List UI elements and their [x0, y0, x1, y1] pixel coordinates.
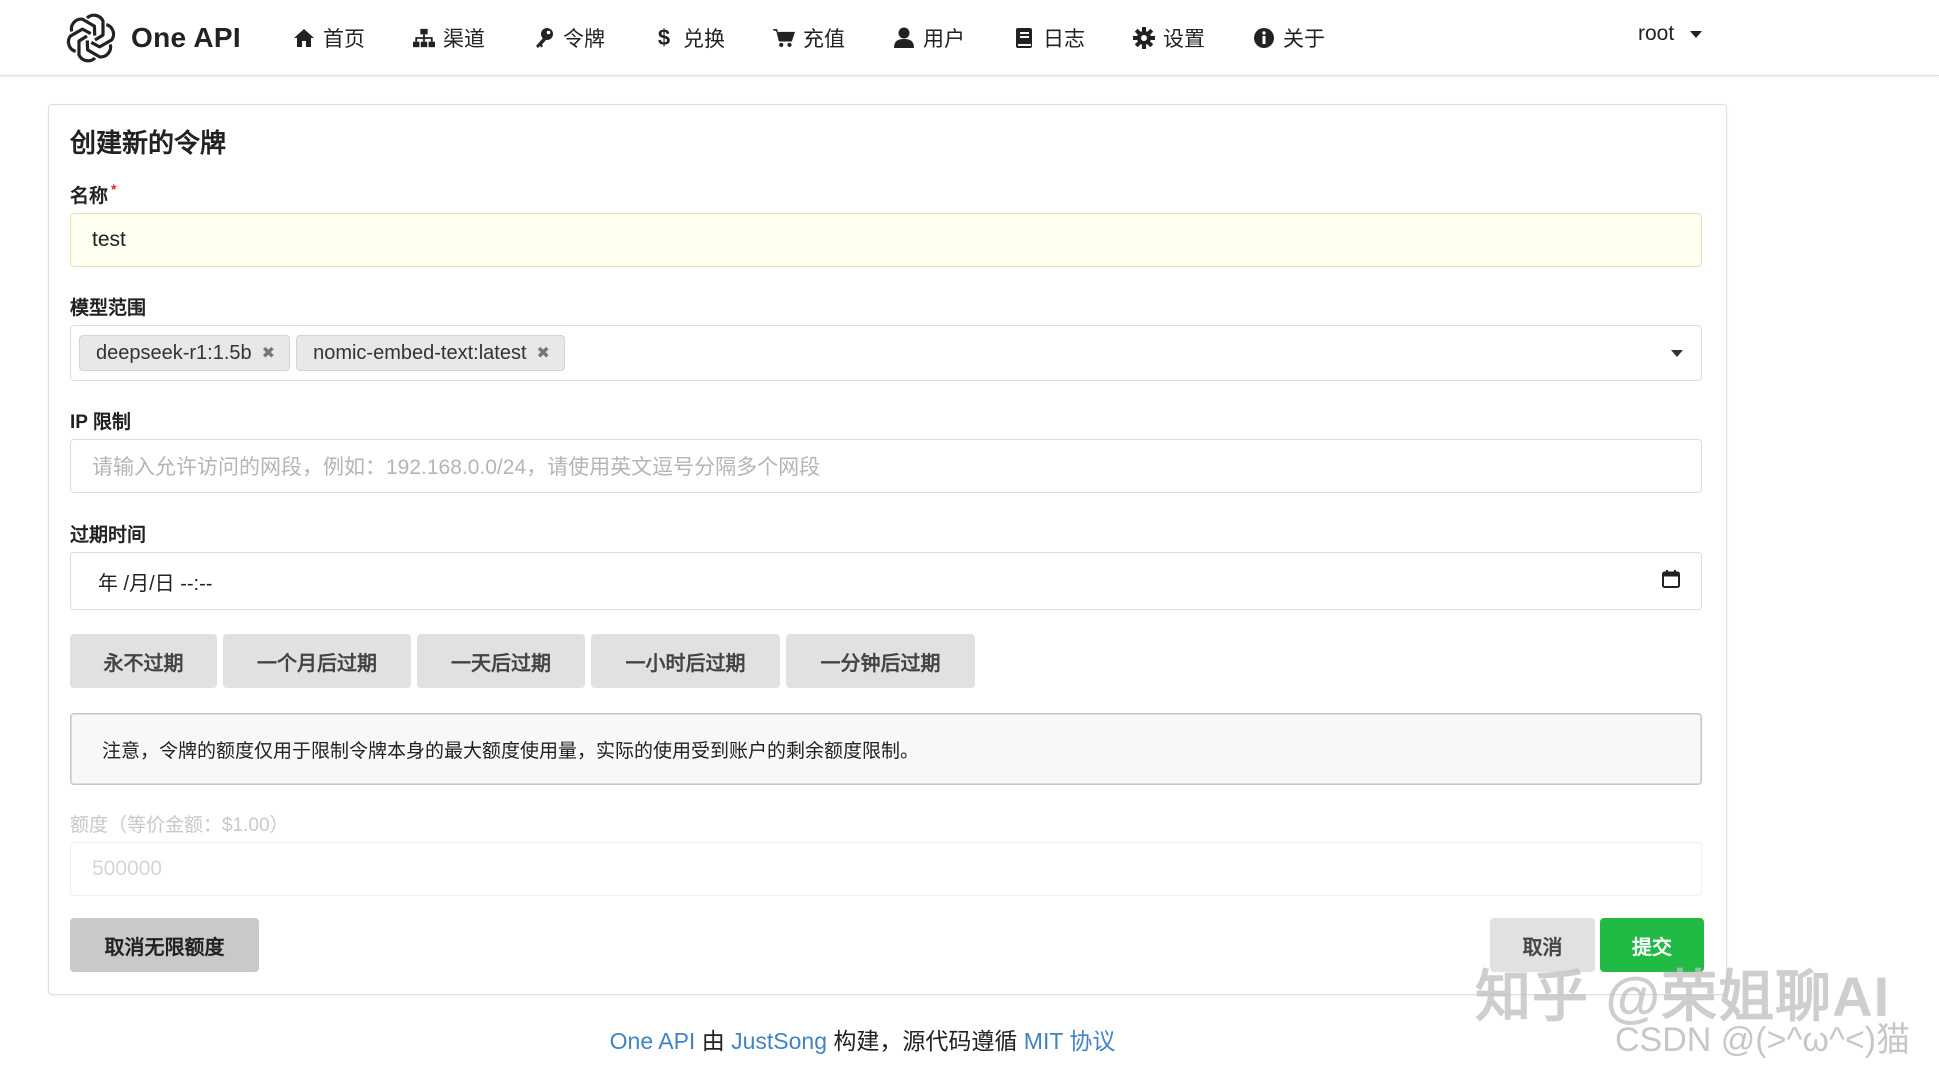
- watermark-csdn: CSDN @(>^ω^<)猫: [1615, 1021, 1911, 1059]
- app-name: One API: [131, 21, 241, 53]
- dropdown-arrow-icon[interactable]: [1671, 350, 1683, 357]
- menu-item-label: 日志: [1043, 27, 1085, 51]
- home-icon: [293, 27, 315, 49]
- expire-datetime-value: 年 /月/日 --:--: [98, 572, 213, 595]
- expire-datetime-input[interactable]: 年 /月/日 --:--: [70, 552, 1702, 610]
- menu-item-label: 兑换: [683, 27, 725, 51]
- expire-one-hour-button[interactable]: 一小时后过期: [591, 634, 780, 688]
- menu-item-about[interactable]: 关于: [1253, 23, 1325, 53]
- model-chip: deepseek-r1:1.5b ✖: [79, 335, 291, 371]
- user-icon: [893, 27, 915, 49]
- footer-author-link[interactable]: JustSong: [731, 1028, 827, 1054]
- model-chip-label: nomic-embed-text:latest: [313, 341, 527, 364]
- dollar-icon: $: [657, 24, 671, 50]
- openai-logo-icon: [66, 13, 116, 62]
- menu-item-tokens[interactable]: 令牌: [533, 23, 605, 53]
- brand[interactable]: One API: [65, 12, 291, 64]
- main-menu: 首页 渠道 令牌 $ 兑换 充值 用户 日志 设置 关于: [293, 23, 1373, 53]
- footer: One API 由 JustSong 构建，源代码遵循 MIT 协议: [0, 1022, 1725, 1056]
- quota-input-value: 500000: [92, 857, 163, 880]
- info-icon: [1253, 27, 1275, 49]
- required-mark: *: [111, 181, 117, 197]
- name-input[interactable]: test: [70, 213, 1702, 267]
- menu-item-home[interactable]: 首页: [293, 23, 365, 53]
- menu-item-label: 充值: [803, 27, 845, 51]
- create-token-card: 创建新的令牌 名称 * test 模型范围 deepseek-r1:1.5b ✖ …: [48, 104, 1727, 995]
- remove-icon[interactable]: ✖: [537, 343, 550, 363]
- models-select[interactable]: deepseek-r1:1.5b ✖ nomic-embed-text:late…: [70, 325, 1702, 381]
- chevron-down-icon: [1690, 30, 1703, 38]
- name-label: 名称 *: [70, 181, 116, 208]
- top-navbar: One API 首页 渠道 令牌 $ 兑换 充值 用户 日志 设置 关于 roo…: [0, 0, 1939, 76]
- expire-quick-buttons: 永不过期 一个月后过期 一天后过期 一小时后过期 一分钟后过期: [70, 634, 981, 688]
- menu-item-label: 关于: [1283, 27, 1325, 51]
- name-input-value: test: [92, 228, 126, 251]
- footer-app-link[interactable]: One API: [610, 1028, 696, 1054]
- expire-label: 过期时间: [70, 525, 147, 546]
- key-icon: [533, 27, 555, 49]
- menu-item-label: 首页: [323, 27, 365, 51]
- menu-item-label: 设置: [1163, 27, 1205, 51]
- user-dropdown[interactable]: root: [1638, 22, 1703, 46]
- gear-icon: [1133, 26, 1155, 49]
- menu-item-channels[interactable]: 渠道: [413, 23, 485, 53]
- ip-label: IP 限制: [70, 412, 131, 433]
- menu-item-logs[interactable]: 日志: [1013, 23, 1085, 53]
- username: root: [1638, 22, 1675, 45]
- menu-item-label: 渠道: [443, 27, 485, 51]
- footer-text-by: 由: [695, 1028, 732, 1054]
- expire-one-day-button[interactable]: 一天后过期: [417, 634, 585, 688]
- never-expire-button[interactable]: 永不过期: [70, 634, 217, 688]
- menu-item-users[interactable]: 用户: [893, 23, 965, 53]
- book-icon: [1013, 27, 1035, 49]
- model-chip-label: deepseek-r1:1.5b: [96, 341, 252, 364]
- menu-item-label: 用户: [923, 27, 965, 51]
- cart-icon: [773, 27, 795, 49]
- sitemap-icon: [413, 27, 435, 49]
- quota-input: 500000: [70, 842, 1702, 896]
- menu-item-topup[interactable]: 充值: [773, 23, 845, 53]
- menu-item-label: 令牌: [563, 27, 605, 51]
- expire-one-month-button[interactable]: 一个月后过期: [223, 634, 411, 688]
- menu-item-settings[interactable]: 设置: [1133, 23, 1205, 53]
- footer-license-link[interactable]: MIT 协议: [1024, 1028, 1116, 1054]
- footer-text-built: 构建，源代码遵循: [827, 1028, 1024, 1054]
- ip-limit-input[interactable]: 请输入允许访问的网段，例如：192.168.0.0/24，请使用英文逗号分隔多个…: [70, 439, 1702, 493]
- ip-limit-placeholder: 请输入允许访问的网段，例如：192.168.0.0/24，请使用英文逗号分隔多个…: [92, 456, 821, 479]
- model-chip: nomic-embed-text:latest ✖: [296, 335, 565, 371]
- page-title: 创建新的令牌: [70, 128, 227, 158]
- calendar-icon[interactable]: [1662, 570, 1680, 588]
- models-label: 模型范围: [70, 298, 147, 319]
- quota-notice: 注意，令牌的额度仅用于限制令牌本身的最大额度使用量，实际的使用受到账户的剩余额度…: [70, 713, 1702, 785]
- menu-item-redeem[interactable]: $ 兑换: [653, 23, 725, 53]
- cancel-unlimited-quota-button[interactable]: 取消无限额度: [70, 918, 259, 972]
- quota-label: 额度（等价金额：$1.00）: [70, 815, 289, 836]
- name-label-text: 名称: [70, 186, 109, 207]
- expire-one-minute-button[interactable]: 一分钟后过期: [786, 634, 975, 688]
- remove-icon[interactable]: ✖: [262, 343, 275, 363]
